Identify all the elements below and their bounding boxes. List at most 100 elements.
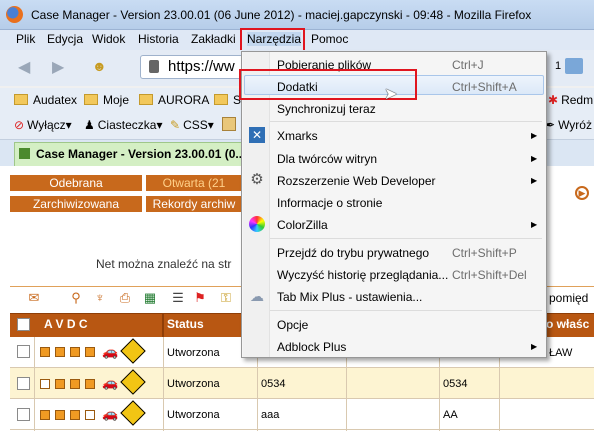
forward-arrow-icon[interactable]: ▶ — [52, 57, 74, 77]
redmine-icon: ✱ — [548, 93, 559, 107]
pomied-label: pomięd — [549, 291, 589, 305]
status-square — [70, 347, 80, 357]
submenu-arrow-icon: ▶ — [531, 176, 538, 185]
menu-historia[interactable]: Historia — [138, 32, 179, 46]
colorzilla-icon — [249, 216, 265, 232]
lock-icon[interactable]: ⚿ — [218, 290, 234, 306]
row-value: 0534 — [261, 378, 286, 390]
folder-icon — [14, 94, 28, 105]
select-all-checkbox[interactable] — [17, 318, 30, 331]
menu-plik[interactable]: Plik — [16, 32, 35, 46]
menu-item-wyczysc-historie[interactable]: Wyczyść historię przeglądania... — [277, 268, 448, 282]
toolbar-label: Wyróż — [558, 118, 592, 132]
firefox-logo-icon — [6, 6, 23, 23]
nav-right-text: 1 — [555, 60, 562, 72]
next-arrow-icon[interactable]: ▶ — [575, 186, 589, 200]
status-square — [40, 347, 50, 357]
submenu-arrow-icon: ▶ — [531, 154, 538, 163]
row-status: Utworzona — [167, 378, 220, 390]
submenu-arrow-icon: ▶ — [531, 342, 538, 351]
gear-icon: ⚙ — [250, 171, 264, 188]
bookmark-audatex[interactable]: Audatex — [14, 93, 77, 107]
column-wlasc[interactable]: o właśc — [546, 317, 589, 331]
addon-icon[interactable] — [565, 58, 583, 74]
wyroz-button[interactable]: ✒ Wyróż — [545, 118, 592, 132]
back-arrow-icon[interactable]: ◀ — [18, 57, 40, 77]
xmarks-icon: ✕ — [249, 127, 265, 143]
status-square — [85, 347, 95, 357]
flag-icon[interactable]: ⚑ — [192, 290, 208, 306]
bookmark-redm[interactable]: ✱ Redm — [548, 93, 593, 107]
menu-item-tryb-prywatny[interactable]: Przejdź do trybu prywatnego — [277, 246, 429, 260]
otwarta-button[interactable]: Otwarta (21 — [146, 175, 242, 191]
grid-line — [163, 337, 164, 431]
css-wand-icon: ✎ — [170, 118, 181, 132]
menu-separator — [270, 238, 542, 239]
column-status[interactable]: Status — [167, 317, 204, 331]
car-icon[interactable]: 🚗 — [102, 406, 118, 422]
filter-icon[interactable]: ♆ — [92, 290, 108, 306]
mail-icon[interactable]: ✉ — [26, 290, 42, 306]
table-row[interactable] — [10, 368, 594, 399]
bookmark-aurora[interactable]: AURORA — [139, 93, 209, 107]
car-icon[interactable]: 🚗 — [102, 344, 118, 360]
tab-favicon-icon — [19, 148, 30, 159]
menu-item-opcje[interactable]: Opcje — [277, 318, 308, 332]
menu-zakladki[interactable]: Zakładki — [191, 32, 236, 46]
rekordy-archiw-button[interactable]: Rekordy archiw — [146, 196, 242, 212]
header-divider — [162, 313, 164, 337]
status-square — [40, 410, 50, 420]
folder-icon — [139, 94, 153, 105]
zarchiwizowana-button[interactable]: Zarchiwizowana — [10, 196, 142, 212]
css-button[interactable]: ✎ CSS▾ — [170, 118, 214, 132]
forms-icon[interactable] — [222, 117, 236, 131]
tab-title: Case Manager - Version 23.00.01 (0... — [36, 147, 246, 161]
cookie-person-icon: ♟ — [84, 118, 95, 132]
lock-icon — [149, 60, 159, 73]
print-icon[interactable]: ⎙ — [117, 290, 133, 306]
wylacz-button[interactable]: ⊘ Wyłącz▾ — [14, 118, 72, 132]
menu-item-colorzilla[interactable]: ColorZilla — [277, 218, 328, 232]
menu-widok[interactable]: Widok — [92, 32, 125, 46]
disable-icon: ⊘ — [14, 118, 25, 132]
menu-pomoc[interactable]: Pomoc — [311, 32, 348, 46]
ciasteczka-button[interactable]: ♟ Ciasteczka▾ — [84, 118, 162, 132]
shortcut-dodatki: Ctrl+Shift+A — [452, 80, 517, 94]
narzedzia-highlight-box — [240, 28, 305, 52]
row-value-2: AA — [443, 409, 458, 421]
bookmark-s[interactable]: S — [214, 93, 241, 107]
bookmark-moje[interactable]: Moje — [84, 93, 129, 107]
menu-separator — [270, 310, 542, 311]
notes-icon[interactable]: ☰ — [170, 290, 186, 306]
excel-icon[interactable]: ▦ — [142, 290, 158, 306]
status-square — [85, 410, 95, 420]
status-square — [55, 410, 65, 420]
menu-item-adblock-plus[interactable]: Adblock Plus — [277, 340, 346, 354]
status-square — [55, 347, 65, 357]
menu-item-dla-tworcow[interactable]: Dla twórców witryn — [277, 152, 377, 166]
toolbar-label: Ciasteczka▾ — [97, 118, 163, 132]
toolbar-label: Wyłącz▾ — [27, 118, 72, 132]
extension-icon[interactable]: ☻ — [92, 58, 110, 76]
menu-item-tab-mix-plus[interactable]: Tab Mix Plus - ustawienia... — [277, 290, 422, 304]
grid-line — [34, 337, 35, 431]
row-value: aaa — [261, 409, 280, 421]
row-checkbox[interactable] — [17, 377, 30, 390]
row-checkbox[interactable] — [17, 408, 30, 421]
menu-item-web-developer[interactable]: Rozszerzenie Web Developer — [277, 174, 436, 188]
mouse-cursor-icon: ➤ — [384, 86, 398, 103]
status-square — [70, 379, 80, 389]
search-icon[interactable]: ⚲ — [68, 290, 84, 306]
menu-item-xmarks[interactable]: Xmarks — [277, 129, 318, 143]
odebrana-button[interactable]: Odebrana — [10, 175, 142, 191]
table-row[interactable] — [10, 399, 594, 430]
column-avdc[interactable]: A V D C — [44, 317, 88, 331]
menu-item-synchronizuj[interactable]: Synchronizuj teraz — [277, 102, 376, 116]
menu-edycja[interactable]: Edycja — [47, 32, 83, 46]
info-message: Net można znaleźć na str — [96, 257, 232, 271]
shortcut-tryb-prywatny: Ctrl+Shift+P — [452, 246, 517, 260]
row-checkbox[interactable] — [17, 345, 30, 358]
car-icon[interactable]: 🚗 — [102, 375, 118, 391]
shortcut-pobieranie: Ctrl+J — [452, 58, 484, 72]
menu-item-informacje[interactable]: Informacje o stronie — [277, 196, 382, 210]
